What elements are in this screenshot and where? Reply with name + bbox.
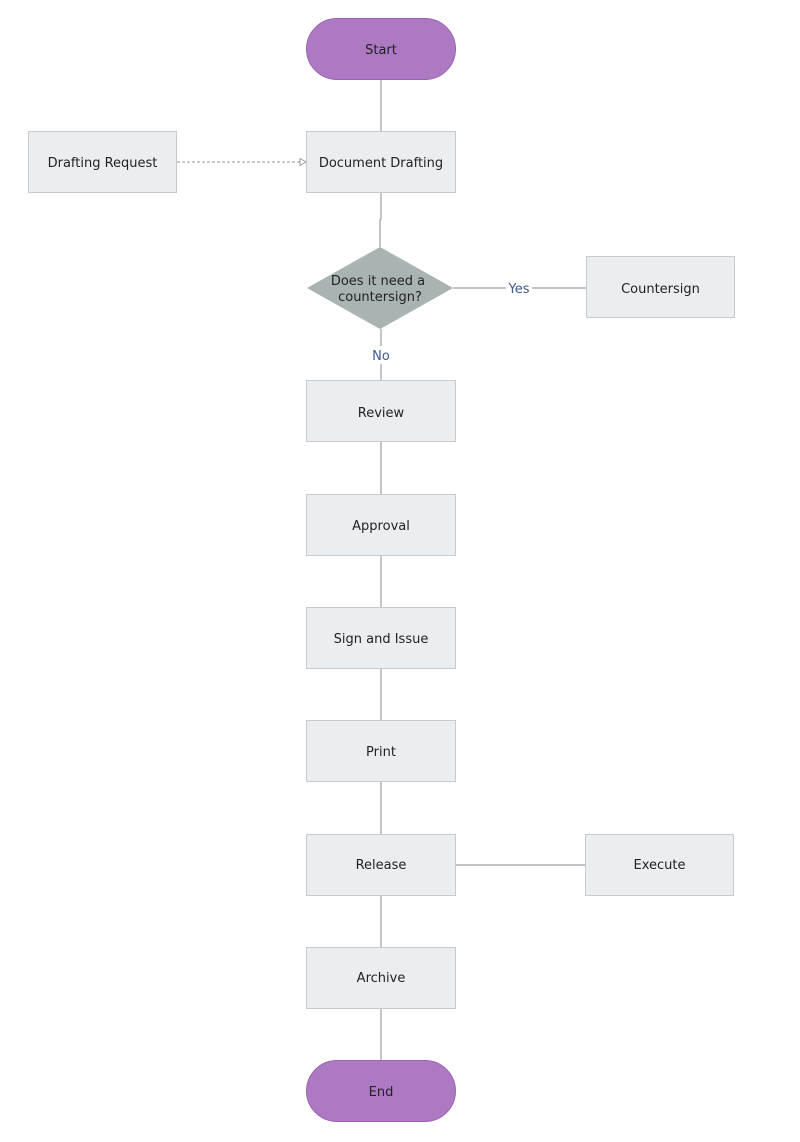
edge-label-yes: Yes xyxy=(508,282,530,297)
node-review[interactable]: Review xyxy=(306,380,456,442)
node-countersign[interactable]: Countersign xyxy=(586,256,735,318)
node-approval[interactable]: Approval xyxy=(306,494,456,556)
node-print[interactable]: Print xyxy=(306,720,456,782)
node-label: Sign and Issue xyxy=(334,632,429,647)
node-label: Review xyxy=(358,406,405,421)
node-label: Release xyxy=(356,858,407,873)
node-document-drafting[interactable]: Document Drafting xyxy=(306,131,456,193)
node-drafting-request[interactable]: Drafting Request xyxy=(28,131,177,193)
node-label: Countersign xyxy=(621,282,700,297)
node-label: Document Drafting xyxy=(319,156,443,171)
node-label: Drafting Request xyxy=(48,156,158,171)
node-label-line1: Does it need a xyxy=(331,274,425,289)
node-label: Archive xyxy=(357,971,406,986)
node-end[interactable]: End xyxy=(306,1060,456,1122)
node-label: Execute xyxy=(634,858,686,873)
edge-label-no: No xyxy=(372,349,390,364)
node-sign-and-issue[interactable]: Sign and Issue xyxy=(306,607,456,669)
node-archive[interactable]: Archive xyxy=(306,947,456,1009)
node-execute[interactable]: Execute xyxy=(585,834,734,896)
node-label: Approval xyxy=(352,519,410,534)
node-label: End xyxy=(369,1085,394,1100)
node-decision-countersign[interactable]: Does it need a countersign? xyxy=(307,247,453,329)
node-label: Start xyxy=(365,43,397,58)
node-label-line2: countersign? xyxy=(338,290,422,305)
node-release[interactable]: Release xyxy=(306,834,456,896)
node-label: Print xyxy=(366,745,396,760)
connectors xyxy=(177,80,586,1060)
edge-document-drafting-to-decision xyxy=(379,193,382,247)
flowchart-canvas: Yes No Start Drafting Request Document D… xyxy=(28,18,735,1122)
open-arrowhead-icon xyxy=(299,157,307,167)
node-start[interactable]: Start xyxy=(306,18,456,80)
